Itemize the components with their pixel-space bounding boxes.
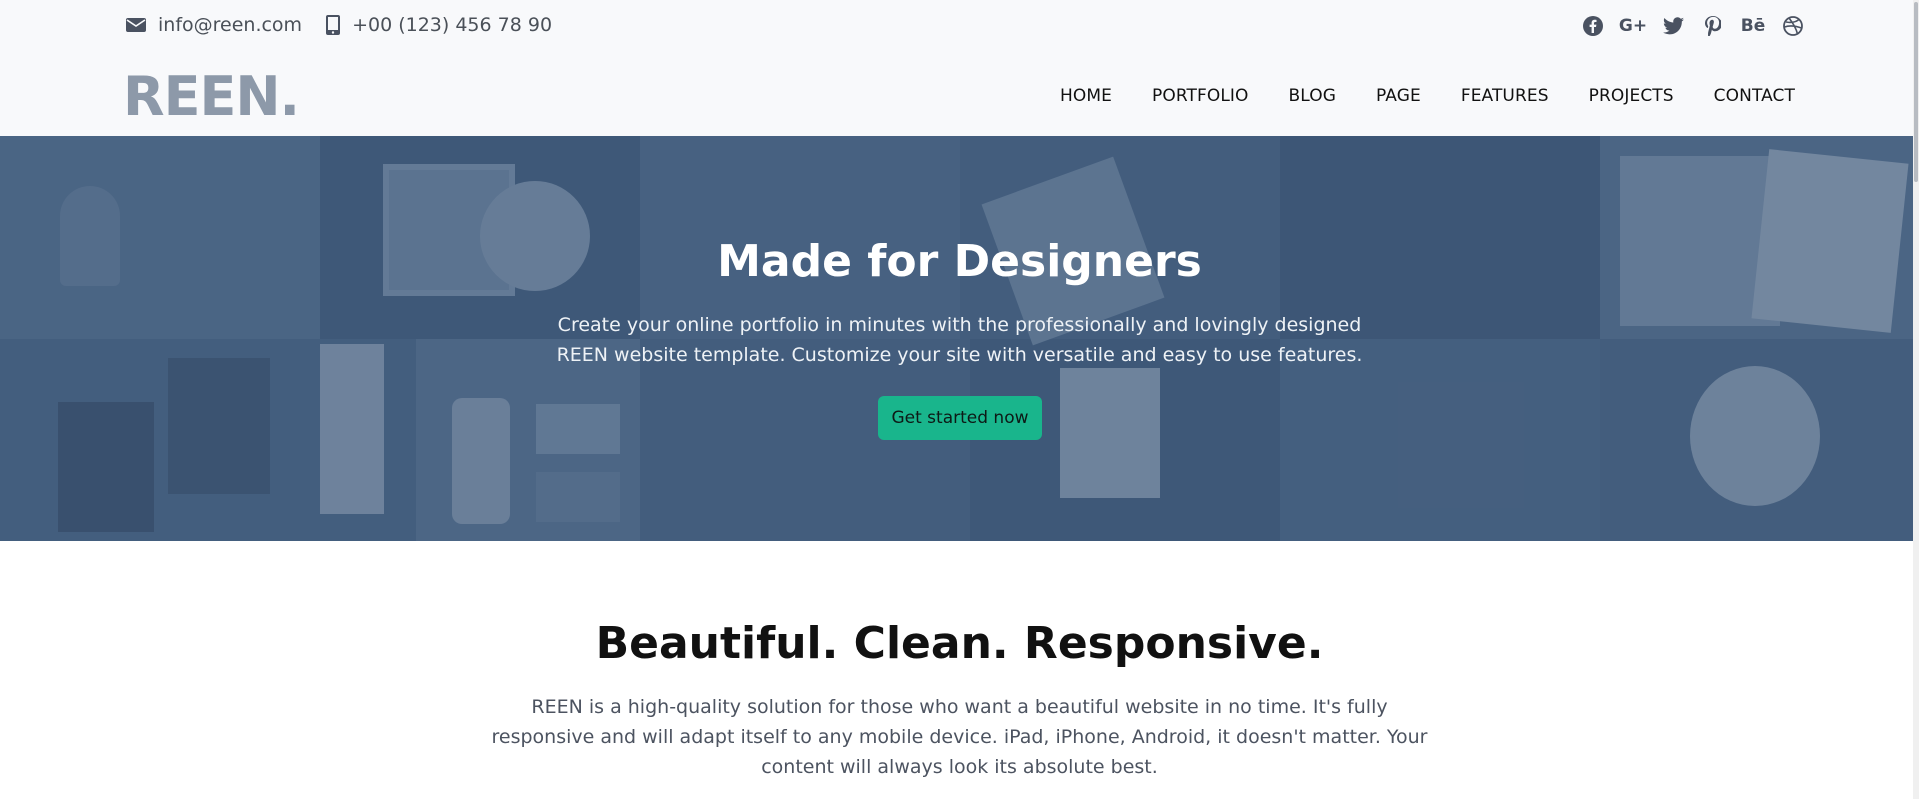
get-started-button[interactable]: Get started now: [878, 396, 1042, 440]
phone-text: +00 (123) 456 78 90: [352, 14, 553, 36]
nav-features[interactable]: FEATURES: [1461, 86, 1549, 106]
scrollbar-thumb[interactable]: [1914, 2, 1918, 182]
hero-text: Create your online portfolio in minutes …: [556, 314, 1363, 366]
nav-projects[interactable]: PROJECTS: [1589, 86, 1674, 106]
twitter-icon[interactable]: [1661, 14, 1685, 38]
dribbble-icon[interactable]: [1781, 14, 1805, 38]
pinterest-icon[interactable]: [1701, 14, 1725, 38]
email-link[interactable]: info@reen.com: [126, 14, 302, 36]
nav-page[interactable]: PAGE: [1376, 86, 1421, 106]
phone-link[interactable]: +00 (123) 456 78 90: [326, 14, 552, 36]
site-header: info@reen.com +00 (123) 456 78 90 G+ Bē …: [0, 0, 1919, 136]
social-links: G+ Bē: [1565, 14, 1805, 38]
main-nav: HOME PORTFOLIO BLOG PAGE FEATURES PROJEC…: [1020, 86, 1795, 106]
hero-section: Made for Designers Create your online po…: [0, 136, 1919, 541]
intro-text: REEN is a high-quality solution for thos…: [491, 696, 1428, 778]
behance-icon[interactable]: Bē: [1741, 14, 1766, 38]
contact-info: info@reen.com +00 (123) 456 78 90: [126, 14, 576, 36]
site-logo[interactable]: REEN.: [123, 70, 300, 124]
intro-title: Beautiful. Clean. Responsive.: [595, 618, 1324, 669]
page-scrollbar[interactable]: [1913, 0, 1919, 799]
google-plus-icon[interactable]: G+: [1619, 14, 1647, 38]
nav-home[interactable]: HOME: [1060, 86, 1112, 106]
nav-portfolio[interactable]: PORTFOLIO: [1152, 86, 1249, 106]
nav-contact[interactable]: CONTACT: [1714, 86, 1795, 106]
mobile-icon: [326, 15, 341, 35]
hero-title: Made for Designers: [717, 236, 1202, 287]
nav-blog[interactable]: BLOG: [1289, 86, 1336, 106]
envelope-icon: [126, 18, 146, 32]
facebook-icon[interactable]: [1581, 14, 1605, 38]
email-text: info@reen.com: [158, 14, 303, 36]
